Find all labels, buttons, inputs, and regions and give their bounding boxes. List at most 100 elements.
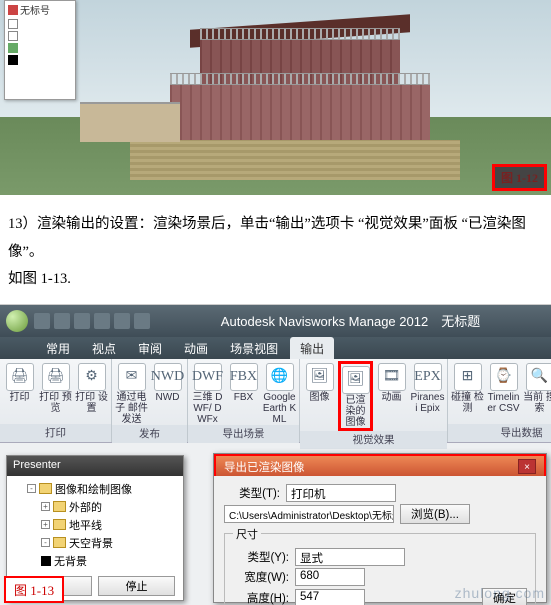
path-field[interactable]: C:\Users\Administrator\Desktop\无标题.nwf — [224, 505, 394, 523]
height-input[interactable]: 547 — [295, 589, 365, 605]
ribbon-button[interactable]: ⊞碰撞 检测 — [450, 361, 485, 424]
ribbon-icon: DWF — [194, 363, 222, 391]
figure-label-top: 图 1-12 — [492, 164, 547, 191]
tab-常用[interactable]: 常用 — [36, 337, 80, 359]
folder-icon — [39, 483, 52, 494]
tab-场景视图[interactable]: 场景视图 — [220, 337, 288, 359]
width-input[interactable]: 680 — [295, 568, 365, 586]
ribbon-button-label: 当前 搜索 — [522, 392, 551, 414]
ribbon-group-导出数据: ⊞碰撞 检测⌚Timeliner CSV🔍当前 搜索📋视点 集导出数据 — [448, 359, 551, 442]
ribbon-button[interactable]: 🖼图像 — [302, 361, 337, 431]
qat-icon[interactable] — [54, 313, 70, 329]
qat-icon[interactable] — [74, 313, 90, 329]
export-rendered-image-dialog: 导出已渲染图像 × 类型(T): 打印机 C:\Users\Administra… — [213, 453, 547, 603]
tab-视点[interactable]: 视点 — [82, 337, 126, 359]
stop-button[interactable]: 停止 — [98, 576, 175, 596]
tree-item[interactable]: - 天空背景 — [13, 534, 177, 552]
ribbon-button-label: 碰撞 检测 — [450, 392, 485, 414]
mini-tree-panel: 无标号 — [4, 0, 76, 100]
dialog-title: 导出已渲染图像 — [224, 459, 305, 473]
tree-item-label: 天空背景 — [69, 535, 113, 551]
size-legend: 尺寸 — [233, 526, 261, 542]
ribbon-button-label: 通过电子 邮件发送 — [114, 392, 149, 425]
ribbon-icon: FBX — [230, 363, 258, 391]
ribbon-button-label: 打印 预览 — [38, 392, 73, 414]
ribbon-button[interactable]: ⚙打印 设置 — [74, 361, 109, 424]
ribbon-group-name: 发布 — [112, 425, 187, 443]
ribbon-icon: EPX — [414, 363, 442, 391]
tree-item[interactable]: 无背景 — [13, 552, 177, 570]
ribbon-button-label: 已渲染的 图像 — [341, 395, 370, 428]
house-model — [110, 10, 480, 180]
folder-icon — [53, 501, 66, 512]
qat-icon[interactable] — [34, 313, 50, 329]
ribbon-icon: ✉ — [118, 363, 146, 391]
ribbon-icon: 🎞 — [378, 363, 406, 391]
folder-icon — [41, 556, 51, 566]
ribbon-button-label: Piranesi Epix — [410, 392, 445, 414]
ribbon-button-label: 打印 — [10, 392, 30, 403]
figure-label-bottom: 图 1-13 — [4, 576, 64, 603]
ribbon-button[interactable]: 🖼已渲染的 图像 — [338, 361, 373, 431]
app-menu-orb[interactable] — [6, 310, 28, 332]
presenter-tree[interactable]: - 图像和绘制图像 + 外部的+地平线 - 天空背景无背景 — [7, 476, 183, 574]
expand-icon[interactable]: + — [41, 502, 50, 511]
ribbon-icon: 🔍 — [526, 363, 551, 391]
width-label: 宽度(W): — [233, 569, 289, 585]
ribbon-button-label: Google Earth KML — [262, 392, 297, 425]
ribbon-button[interactable]: FBXFBX — [226, 361, 261, 425]
folder-icon — [53, 537, 66, 548]
tree-item-label: 图像和绘制图像 — [55, 481, 132, 497]
close-icon[interactable]: × — [518, 459, 536, 474]
type-dropdown[interactable]: 打印机 — [286, 484, 396, 502]
ribbon-button[interactable]: ⌚Timeliner CSV — [486, 361, 521, 424]
ribbon-button[interactable]: DWF三维 DWF/ DWFx — [190, 361, 225, 425]
ribbon-button-label: 动画 — [382, 392, 402, 403]
titlebar: Autodesk Navisworks Manage 2012 无标题 — [0, 305, 551, 337]
height-label: 高度(H): — [233, 590, 289, 605]
app-title: Autodesk Navisworks Manage 2012 无标题 — [156, 311, 545, 330]
expand-icon[interactable]: + — [41, 520, 50, 529]
ribbon-group-视觉效果: 🖼图像🖼已渲染的 图像🎞动画EPXPiranesi Epix视觉效果 — [300, 359, 448, 442]
rendered-house-figure: 无标号 图 1-12 — [0, 0, 551, 195]
tree-item[interactable]: +地平线 — [13, 516, 177, 534]
tree-item[interactable]: + 外部的 — [13, 498, 177, 516]
tree-item[interactable]: - 图像和绘制图像 — [13, 480, 177, 498]
tab-输出[interactable]: 输出 — [290, 337, 334, 359]
browse-button[interactable]: 浏览(B)... — [400, 504, 470, 524]
ribbon-icon: 🖼 — [306, 363, 334, 391]
tab-动画[interactable]: 动画 — [174, 337, 218, 359]
ribbon-button[interactable]: 🖨打印 — [2, 361, 37, 424]
ribbon-button[interactable]: 🔍当前 搜索 — [522, 361, 551, 424]
ribbon-button[interactable]: 🖨打印 预览 — [38, 361, 73, 424]
ribbon-icon: 🖨 — [6, 363, 34, 391]
ribbon-button[interactable]: ✉通过电子 邮件发送 — [114, 361, 149, 425]
ribbon-icon: 🖨 — [42, 363, 70, 391]
folder-icon — [53, 519, 66, 530]
ribbon-group-name: 导出数据 — [448, 424, 551, 442]
instruction-text: 13）渲染输出的设置：渲染场景后，单击“输出”选项卡 “视觉效果”面板 “已渲染… — [0, 195, 551, 304]
qat-icon[interactable] — [114, 313, 130, 329]
tab-审阅[interactable]: 审阅 — [128, 337, 172, 359]
qat-icon[interactable] — [94, 313, 110, 329]
expand-icon[interactable]: - — [27, 484, 36, 493]
ribbon-icon: ⚙ — [78, 363, 106, 391]
ribbon-button[interactable]: EPXPiranesi Epix — [410, 361, 445, 431]
size-type-dropdown[interactable]: 显式 — [295, 548, 405, 566]
ribbon-group-name: 导出场景 — [188, 425, 299, 443]
mini-item-label: 无标号 — [20, 2, 50, 17]
qat-icon[interactable] — [134, 313, 150, 329]
ribbon-button-label: 三维 DWF/ DWFx — [190, 392, 225, 425]
tree-item-label: 无背景 — [54, 553, 87, 569]
type-label: 类型(T): — [224, 485, 280, 501]
ribbon-group-name: 视觉效果 — [300, 431, 447, 449]
tree-item-label: 外部的 — [69, 499, 102, 515]
expand-icon[interactable]: - — [41, 538, 50, 547]
ribbon: 🖨打印🖨打印 预览⚙打印 设置打印✉通过电子 邮件发送NWDNWD发布DWF三维… — [0, 359, 551, 443]
ribbon-button[interactable]: NWDNWD — [150, 361, 185, 425]
ribbon-icon: 🖼 — [342, 366, 370, 394]
ribbon-button-label: FBX — [234, 392, 253, 403]
quick-access-toolbar[interactable] — [34, 313, 150, 329]
ribbon-button[interactable]: 🌐Google Earth KML — [262, 361, 297, 425]
ribbon-button[interactable]: 🎞动画 — [374, 361, 409, 431]
